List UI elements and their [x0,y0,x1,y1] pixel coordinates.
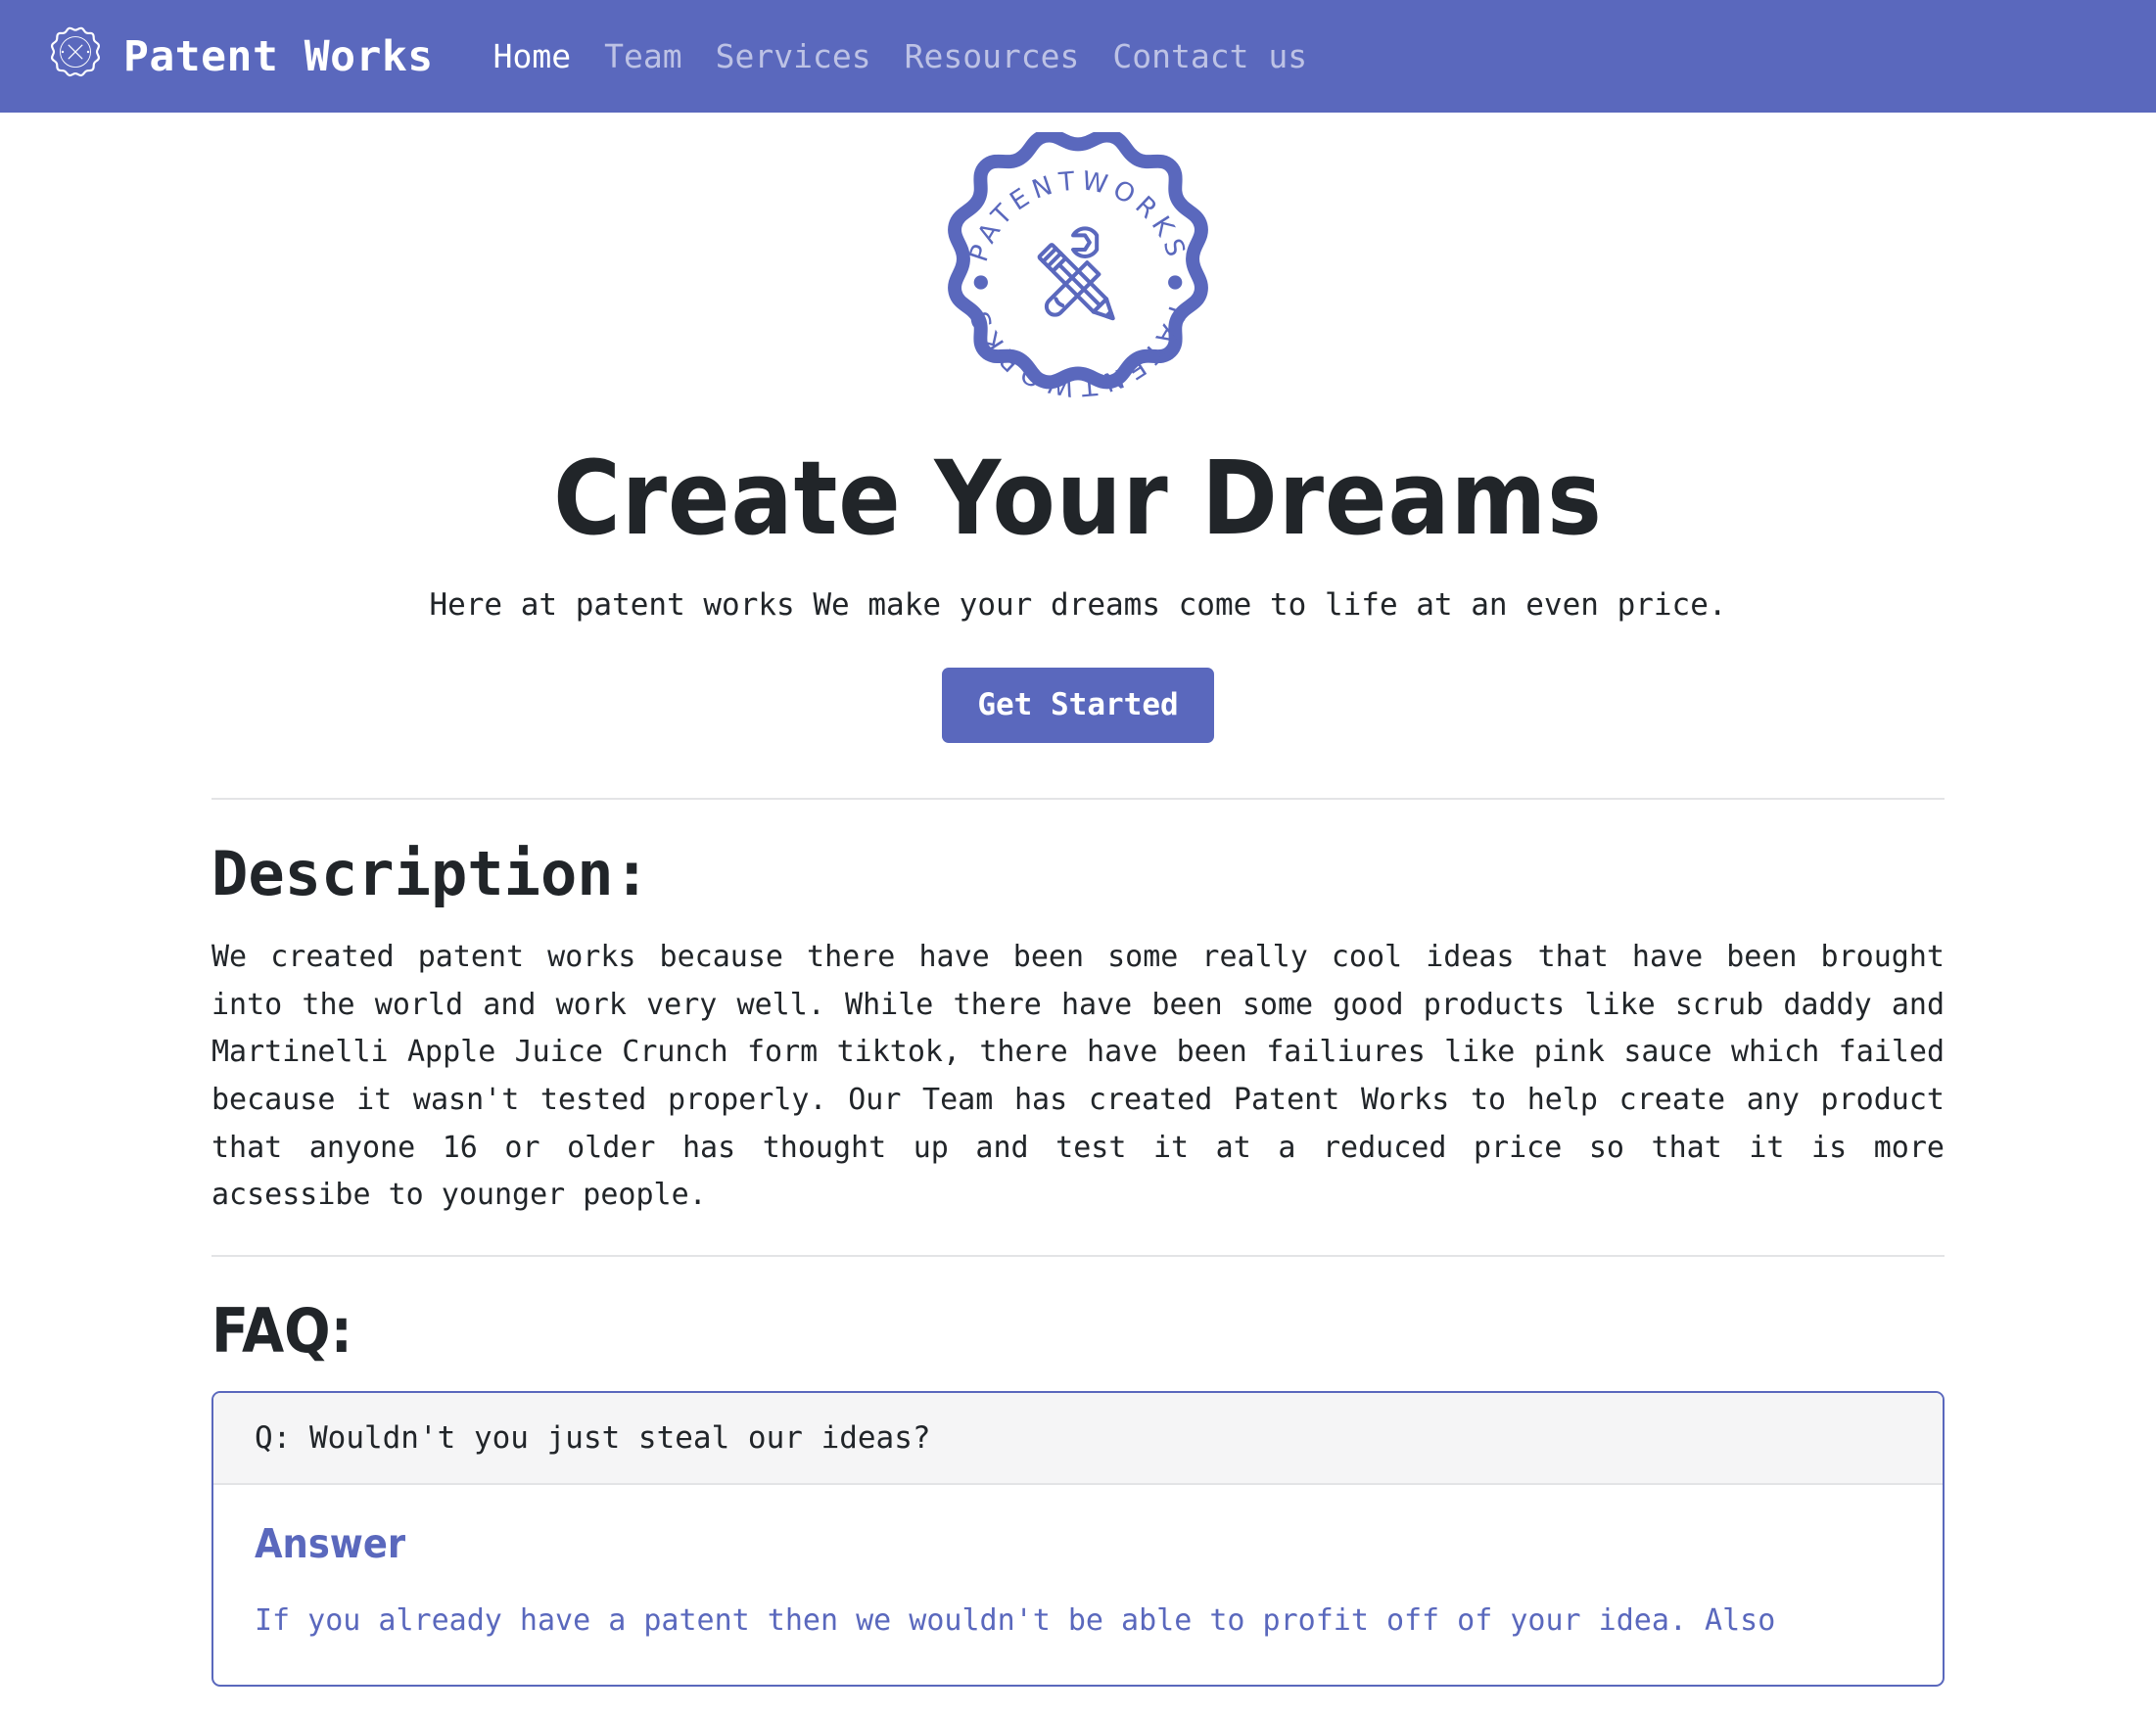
faq-answer-panel: Answer If you already have a patent then… [213,1485,1943,1685]
top-navbar: Patent Works Home Team Services Resource… [0,0,2156,113]
description-body: We created patent works because there ha… [211,940,1945,1213]
faq-answer-text: If you already have a patent then we wou… [255,1603,1776,1639]
description-heading: Description: [211,838,650,909]
faq-card: Q: Wouldn't you just steal our ideas? An… [211,1391,1945,1687]
description-section: Description: We created patent works bec… [197,839,1959,1220]
get-started-button[interactable]: Get Started [942,667,1214,743]
nav-link-services[interactable]: Services [699,37,888,75]
divider-description-faq [211,1254,1945,1257]
hero-subtitle: Here at patent works We make your dreams… [429,587,1727,624]
page-container: PATENTWORKS PATENTWORKS Create Your Drea… [197,113,1959,1687]
nav-links: Home Team Services Resources Contact us [477,37,1324,75]
faq-heading: FAQ: [211,1294,352,1367]
patentworks-badge-icon [45,26,106,87]
nav-link-team[interactable]: Team [587,37,698,75]
brand-name: Patent Works [123,31,434,81]
page-title: Create Your Dreams [553,439,1603,558]
nav-link-resources[interactable]: Resources [888,37,1097,75]
brand-link[interactable]: Patent Works [45,26,434,87]
faq-question[interactable]: Q: Wouldn't you just steal our ideas? [213,1393,1943,1486]
nav-link-home[interactable]: Home [477,37,587,75]
patentworks-badge-icon: PATENTWORKS PATENTWORKS [926,128,1230,436]
faq-answer-title: Answer [255,1520,406,1568]
nav-link-contact-us[interactable]: Contact us [1096,37,1324,75]
faq-section: FAQ: Q: Wouldn't you just steal our idea… [197,1296,1959,1687]
hero-logo-wrap: PATENTWORKS PATENTWORKS [197,128,1959,436]
svg-text:PATENTWORKS: PATENTWORKS [964,302,1192,401]
hero-section: PATENTWORKS PATENTWORKS Create Your Drea… [197,113,1959,776]
divider-hero-description [211,798,1945,800]
